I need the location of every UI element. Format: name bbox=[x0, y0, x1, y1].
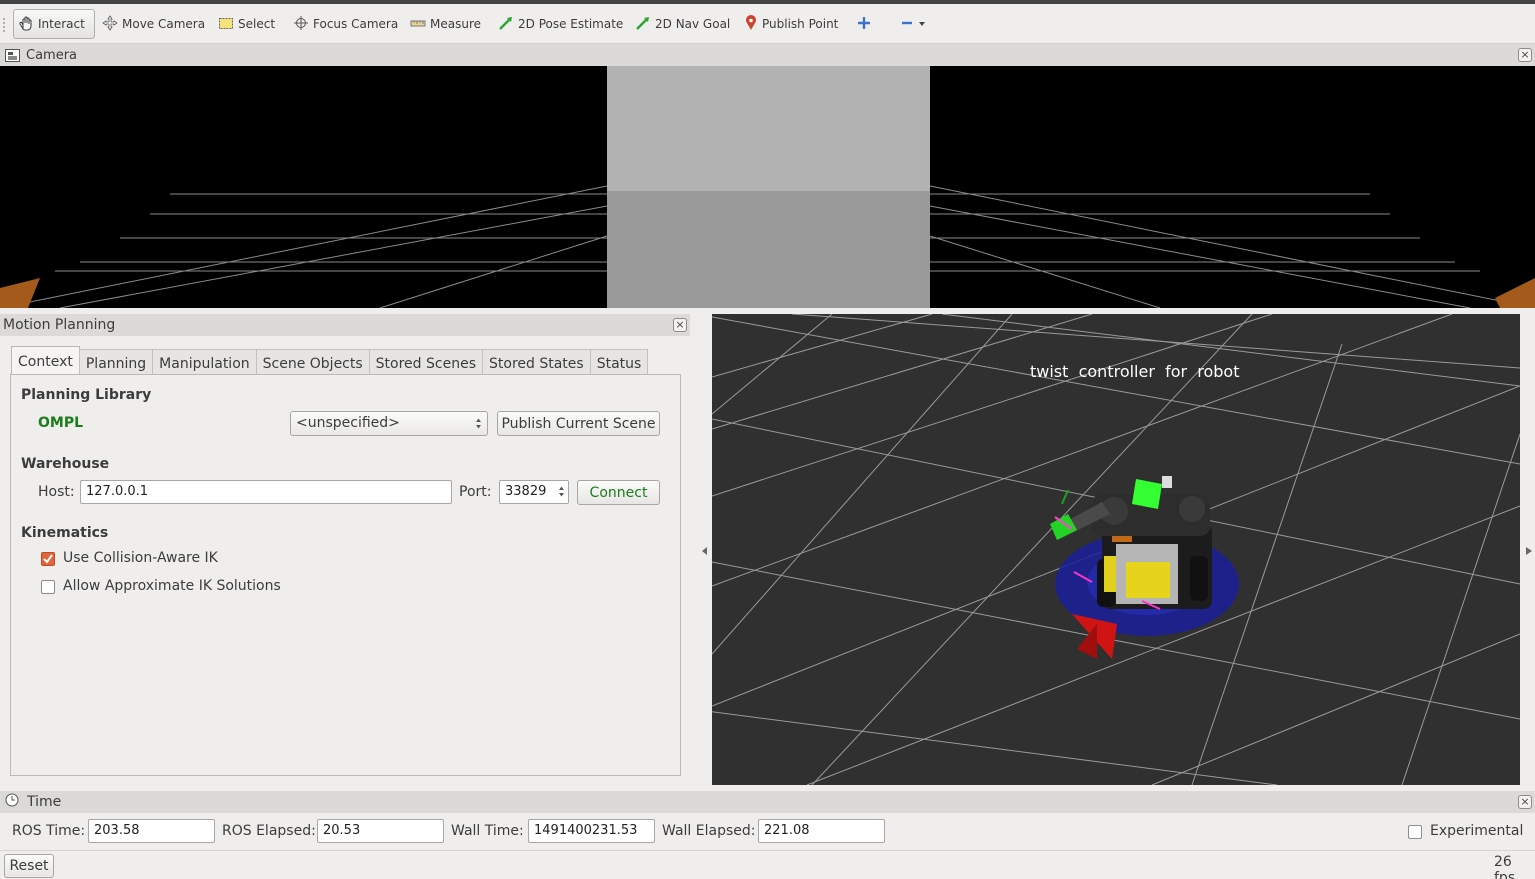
interact-tool-button[interactable]: Interact bbox=[13, 9, 95, 39]
minus-icon bbox=[900, 16, 914, 33]
nav-goal-label: 2D Nav Goal bbox=[655, 17, 731, 31]
planning-library-name: OMPL bbox=[38, 415, 84, 431]
remove-tool-button[interactable] bbox=[896, 9, 930, 39]
publish-current-scene-button[interactable]: Publish Current Scene bbox=[497, 411, 660, 436]
camera-grid-floor bbox=[0, 66, 1535, 308]
host-label: Host: bbox=[38, 484, 75, 500]
warehouse-heading: Warehouse bbox=[21, 456, 110, 472]
move-camera-label: Move Camera bbox=[122, 17, 206, 31]
chevron-down-icon bbox=[918, 17, 926, 31]
collapse-right-icon bbox=[1526, 544, 1532, 559]
tab-stored-states[interactable]: Stored States bbox=[482, 349, 591, 377]
publish-point-tool-button[interactable]: Publish Point bbox=[740, 9, 842, 39]
ros-time-label: ROS Time: bbox=[12, 823, 86, 839]
motion-planning-title: Motion Planning bbox=[3, 317, 116, 333]
fps-readout: 26 fps bbox=[1494, 854, 1516, 879]
tab-scene-objects[interactable]: Scene Objects bbox=[255, 349, 370, 377]
map-pin-icon bbox=[744, 14, 758, 34]
ros-elapsed-label: ROS Elapsed: bbox=[222, 823, 316, 839]
experimental-label: Experimental bbox=[1430, 823, 1524, 839]
camera-view[interactable] bbox=[0, 66, 1535, 308]
time-panel-header: Time × bbox=[0, 791, 1535, 813]
wall-elapsed-field[interactable]: 221.08 bbox=[758, 819, 885, 843]
reset-button[interactable]: Reset bbox=[4, 854, 54, 878]
checkmark-icon bbox=[43, 554, 53, 564]
tab-planning[interactable]: Planning bbox=[78, 349, 154, 377]
measure-label: Measure bbox=[430, 17, 481, 31]
spin-arrows-icon bbox=[558, 485, 565, 502]
crosshair-icon bbox=[293, 15, 309, 34]
status-bar bbox=[0, 850, 1535, 879]
plus-icon bbox=[857, 16, 871, 33]
clock-icon bbox=[5, 793, 19, 811]
port-spinbox[interactable]: 33829 bbox=[499, 480, 569, 504]
focus-camera-tool-button[interactable]: Focus Camera bbox=[289, 9, 402, 39]
connect-button[interactable]: Connect bbox=[577, 480, 660, 505]
collapse-left-icon bbox=[702, 544, 708, 559]
time-panel-title: Time bbox=[27, 794, 62, 810]
camera-panel-header: Camera × bbox=[0, 44, 1535, 66]
select-tool-button[interactable]: Select bbox=[214, 9, 279, 39]
pose-estimate-tool-button[interactable]: 2D Pose Estimate bbox=[494, 9, 627, 39]
close-camera-panel-icon[interactable]: × bbox=[1518, 48, 1532, 62]
pose-estimate-label: 2D Pose Estimate bbox=[518, 17, 624, 31]
measure-tool-button[interactable]: Measure bbox=[406, 9, 485, 39]
motion-planning-header: Motion Planning × bbox=[0, 314, 690, 336]
select-label: Select bbox=[238, 17, 276, 31]
green-arrow-icon bbox=[635, 15, 651, 34]
tab-stored-scenes[interactable]: Stored Scenes bbox=[368, 349, 483, 377]
camera-panel-title: Camera bbox=[26, 47, 78, 63]
planning-library-heading: Planning Library bbox=[21, 387, 152, 403]
port-value: 33829 bbox=[505, 484, 547, 499]
close-motion-planning-icon[interactable]: × bbox=[673, 318, 687, 332]
robot-model[interactable] bbox=[712, 314, 1520, 785]
hand-pointer-icon bbox=[18, 15, 34, 34]
host-input[interactable]: 127.0.0.1 bbox=[80, 480, 452, 504]
nav-goal-tool-button[interactable]: 2D Nav Goal bbox=[631, 9, 734, 39]
publish-point-label: Publish Point bbox=[762, 17, 839, 31]
approximate-ik-checkbox[interactable] bbox=[41, 580, 55, 594]
vertical-splitter[interactable] bbox=[691, 314, 711, 791]
wall-elapsed-label: Wall Elapsed: bbox=[662, 823, 756, 839]
planner-select-value: <unspecified> bbox=[296, 415, 400, 431]
3d-viewport[interactable]: twist controller for robot bbox=[712, 314, 1520, 785]
right-dock-handle[interactable] bbox=[1520, 314, 1535, 791]
tab-context[interactable]: Context bbox=[11, 346, 80, 377]
toolbar-grip[interactable] bbox=[3, 18, 6, 32]
wall-time-label: Wall Time: bbox=[451, 823, 524, 839]
approximate-ik-label: Allow Approximate IK Solutions bbox=[63, 578, 281, 594]
ros-elapsed-field[interactable]: 20.53 bbox=[317, 819, 444, 843]
planner-select[interactable]: <unspecified> bbox=[290, 411, 488, 436]
collision-aware-ik-checkbox[interactable] bbox=[41, 552, 55, 566]
move-camera-tool-button[interactable]: Move Camera bbox=[98, 9, 209, 39]
focus-camera-label: Focus Camera bbox=[313, 17, 399, 31]
move-arrows-icon bbox=[102, 14, 118, 34]
tab-status[interactable]: Status bbox=[589, 349, 649, 377]
updown-arrows-icon bbox=[475, 417, 482, 434]
ros-time-field[interactable]: 203.58 bbox=[88, 819, 215, 843]
kinematics-heading: Kinematics bbox=[21, 525, 109, 541]
tab-manipulation[interactable]: Manipulation bbox=[152, 349, 257, 377]
camera-panel-icon bbox=[5, 48, 20, 62]
close-time-panel-icon[interactable]: × bbox=[1518, 795, 1532, 809]
collision-aware-ik-label: Use Collision-Aware IK bbox=[63, 550, 218, 566]
ruler-icon bbox=[410, 15, 426, 34]
selection-box-icon bbox=[218, 15, 234, 34]
port-label: Port: bbox=[459, 484, 492, 500]
interact-label: Interact bbox=[38, 17, 85, 31]
motion-planning-tabs: Context Planning Manipulation Scene Obje… bbox=[11, 346, 649, 377]
wall-time-field[interactable]: 1491400231.53 bbox=[528, 819, 655, 843]
experimental-checkbox[interactable] bbox=[1408, 825, 1422, 839]
add-tool-button[interactable] bbox=[853, 9, 875, 39]
toolbar: Interact Move Camera Select Focus Camera… bbox=[0, 4, 1535, 44]
green-arrow-icon bbox=[498, 15, 514, 34]
